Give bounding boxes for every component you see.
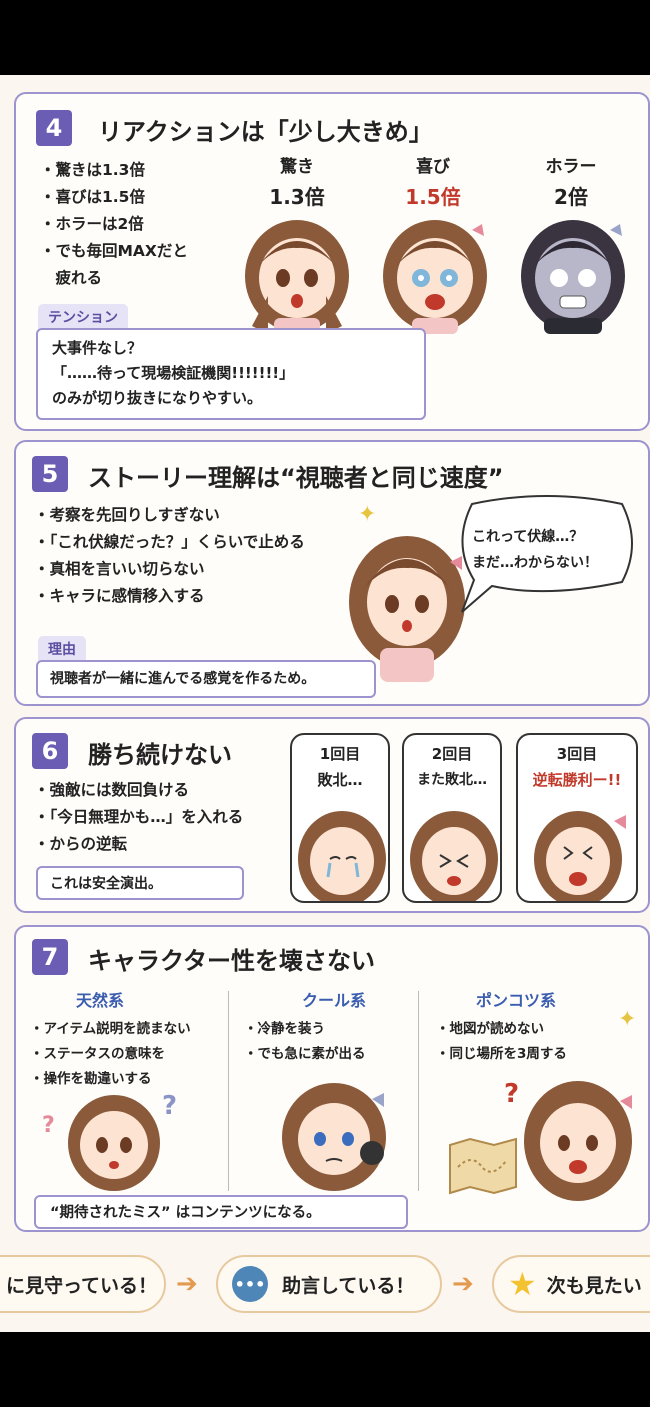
section-title: キャラクター性を壊さない (88, 947, 376, 975)
reaction-surprise: 驚き 1.3倍 (252, 152, 342, 210)
arrow-right-icon: ➔ (452, 1269, 474, 1299)
tension-box: 大事件なし？ 「……待って現場検証機関!!!!!!!」 のみが切り抜きになりやす… (36, 328, 426, 420)
bullet-item: ・でも毎回MAXだと (40, 242, 188, 260)
column-divider (228, 991, 229, 1191)
box-line: 「……待って現場検証機関!!!!!!!」 (52, 364, 295, 382)
round-result: 敗北… (317, 771, 363, 789)
section-6-card: 6 勝ち続けない ・強敵には数回負ける ・「今日無理かも…」を入れる ・からの逆… (14, 717, 650, 913)
section-4-card: 4 リアクションは「少し大きめ」 ・驚きは1.3倍 ・喜びは1.5倍 ・ホラーは… (14, 92, 650, 431)
column-bullet: ・アイテム説明を読まない (30, 1021, 191, 1037)
round-panel-2: 2回目 また敗北… (402, 733, 502, 903)
column-heading: クール系 (301, 991, 366, 1010)
column-bullet: ・でも急に素が出る (244, 1046, 366, 1062)
round-result: 逆転勝利ー!! (532, 771, 622, 789)
column-bullet: ・ステータスの意味を (30, 1046, 165, 1062)
bullet-item: ・ホラーは2倍 (40, 215, 144, 233)
box-text: 視聴者が一緒に進んでる感覚を作るため。 (50, 671, 316, 687)
flow-step-label: に見守っている！ (6, 1274, 158, 1297)
box-tag: テンション (38, 304, 128, 330)
chat-bubble-icon: ••• (232, 1266, 268, 1302)
column-bullet: ・同じ場所を3周する (436, 1046, 567, 1062)
character-surprised-illustration (238, 206, 356, 334)
speech-line: これって伏線…？ (472, 529, 584, 545)
column-clumsy: ポンコツ系 ・地図が読めない ・同じ場所を3周する (436, 987, 636, 1067)
bullet-item: ・強敵には数回負ける (34, 781, 190, 799)
reaction-label: 喜び (416, 157, 450, 177)
box-text: これは安全演出。 (50, 876, 162, 892)
speech-bubble: これって伏線…？ まだ…わからない！ (472, 524, 598, 576)
section-title: ストーリー理解は“視聴者と同じ速度” (88, 464, 504, 492)
bullet-item: ・喜びは1.5倍 (40, 188, 145, 206)
box-text: “期待されたミス” はコンテンツになる。 (50, 1205, 321, 1221)
bullet-item: 疲れる (40, 269, 103, 287)
bullet-item: ・からの逆転 (34, 835, 128, 853)
column-bullet: ・冷静を装う (244, 1021, 325, 1037)
arrow-right-icon: ➔ (176, 1269, 198, 1299)
section-number: 6 (32, 733, 68, 769)
column-natural: 天然系 ・アイテム説明を読まない ・ステータスの意味を ・操作を勘違いする (30, 987, 230, 1092)
box-tag: 理由 (38, 636, 86, 662)
character-joyful-illustration (376, 206, 494, 334)
flow-step-label: 次も見たい (546, 1274, 642, 1297)
column-divider (418, 991, 419, 1191)
reaction-label: ホラー (545, 157, 597, 177)
character-clumsy-illustration (524, 1081, 632, 1201)
sparkle-icon: ✦ (618, 1007, 637, 1032)
bullet-item: ・キャラに感情移入する (34, 587, 205, 605)
section-number: 4 (36, 110, 72, 146)
round-label: 1回目 (319, 745, 361, 763)
bullet-list: ・強敵には数回負ける ・「今日無理かも…」を入れる ・からの逆転 (34, 777, 243, 858)
character-horror-illustration (514, 206, 632, 334)
column-cool: クール系 ・冷静を装う ・でも急に素が出る (244, 987, 424, 1067)
column-heading: ポンコツ系 (475, 991, 556, 1010)
box-line: のみが切り抜きになりやすい。 (52, 389, 263, 407)
question-mark-icon: ? (162, 1091, 178, 1121)
reaction-joy: 喜び 1.5倍 (388, 152, 478, 210)
bullet-item: ・考察を先回りしすぎない (34, 506, 220, 524)
bullet-item: ・驚きは1.3倍 (40, 161, 145, 179)
reaction-label: 驚き (280, 157, 314, 177)
section-title: リアクションは「少し大きめ」 (98, 118, 433, 146)
sparkle-icon: ✦ (358, 502, 377, 527)
round-label: 3回目 (556, 745, 598, 763)
infographic-sheet: 4 リアクションは「少し大きめ」 ・驚きは1.3倍 ・喜びは1.5倍 ・ホラーは… (0, 75, 650, 1332)
flow-step-label: 助言している！ (282, 1274, 415, 1297)
character-victory-illustration (534, 811, 626, 901)
question-mark-icon: ? (42, 1113, 55, 1138)
column-bullet: ・地図が読めない (436, 1021, 544, 1037)
section-number: 5 (32, 456, 68, 492)
section-title: 勝ち続けない (88, 741, 232, 769)
character-frustrated-illustration (410, 811, 498, 901)
star-icon: ★ (508, 1265, 537, 1303)
round-result: また敗北… (417, 772, 487, 788)
bullet-item: ・「今日無理かも…」を入れる (34, 808, 244, 826)
reaction-horror: ホラー 2倍 (526, 152, 616, 210)
section-5-card: 5 ストーリー理解は“視聴者と同じ速度” ・考察を先回りしすぎない ・「これ伏線… (14, 440, 650, 706)
character-crying-illustration (298, 811, 386, 901)
note-box: これは安全演出。 (36, 866, 244, 900)
flow-step-watching: に見守っている！ (0, 1255, 166, 1313)
reason-box: 視聴者が一緒に進んでる感覚を作るため。 (36, 660, 376, 698)
speech-line: まだ…わからない！ (472, 555, 598, 571)
flow-step-advising: ••• 助言している！ (216, 1255, 442, 1313)
flow-step-want-more: ★ 次も見たい (492, 1255, 650, 1313)
bullet-item: ・真相を言いい切らない (34, 560, 205, 578)
box-line: 大事件なし？ (52, 339, 143, 357)
character-cool-illustration (282, 1083, 386, 1191)
flow-strip: に見守っている！ ➔ ••• 助言している！ ➔ ★ 次も見たい (0, 1245, 650, 1325)
round-panel-3: 3回目 逆転勝利ー!! (516, 733, 638, 903)
bullet-list: ・驚きは1.3倍 ・喜びは1.5倍 ・ホラーは2倍 ・でも毎回MAXだと 疲れる (40, 157, 188, 292)
section-number: 7 (32, 939, 68, 975)
bullet-item: ・「これ伏線だった？」くらいで止める (34, 533, 305, 551)
expected-mistake-box: “期待されたミス” はコンテンツになる。 (34, 1195, 408, 1229)
round-label: 2回目 (431, 745, 473, 763)
round-panel-1: 1回目 敗北… (290, 733, 390, 903)
bullet-list: ・考察を先回りしすぎない ・「これ伏線だった？」くらいで止める ・真相を言いい切… (34, 502, 305, 610)
section-7-card: 7 キャラクター性を壊さない 天然系 ・アイテム説明を読まない ・ステータスの意… (14, 925, 650, 1232)
question-mark-icon: ? (504, 1079, 520, 1109)
column-heading: 天然系 (75, 991, 124, 1010)
character-natural-illustration (68, 1095, 160, 1191)
treasure-map-icon (449, 1137, 517, 1195)
